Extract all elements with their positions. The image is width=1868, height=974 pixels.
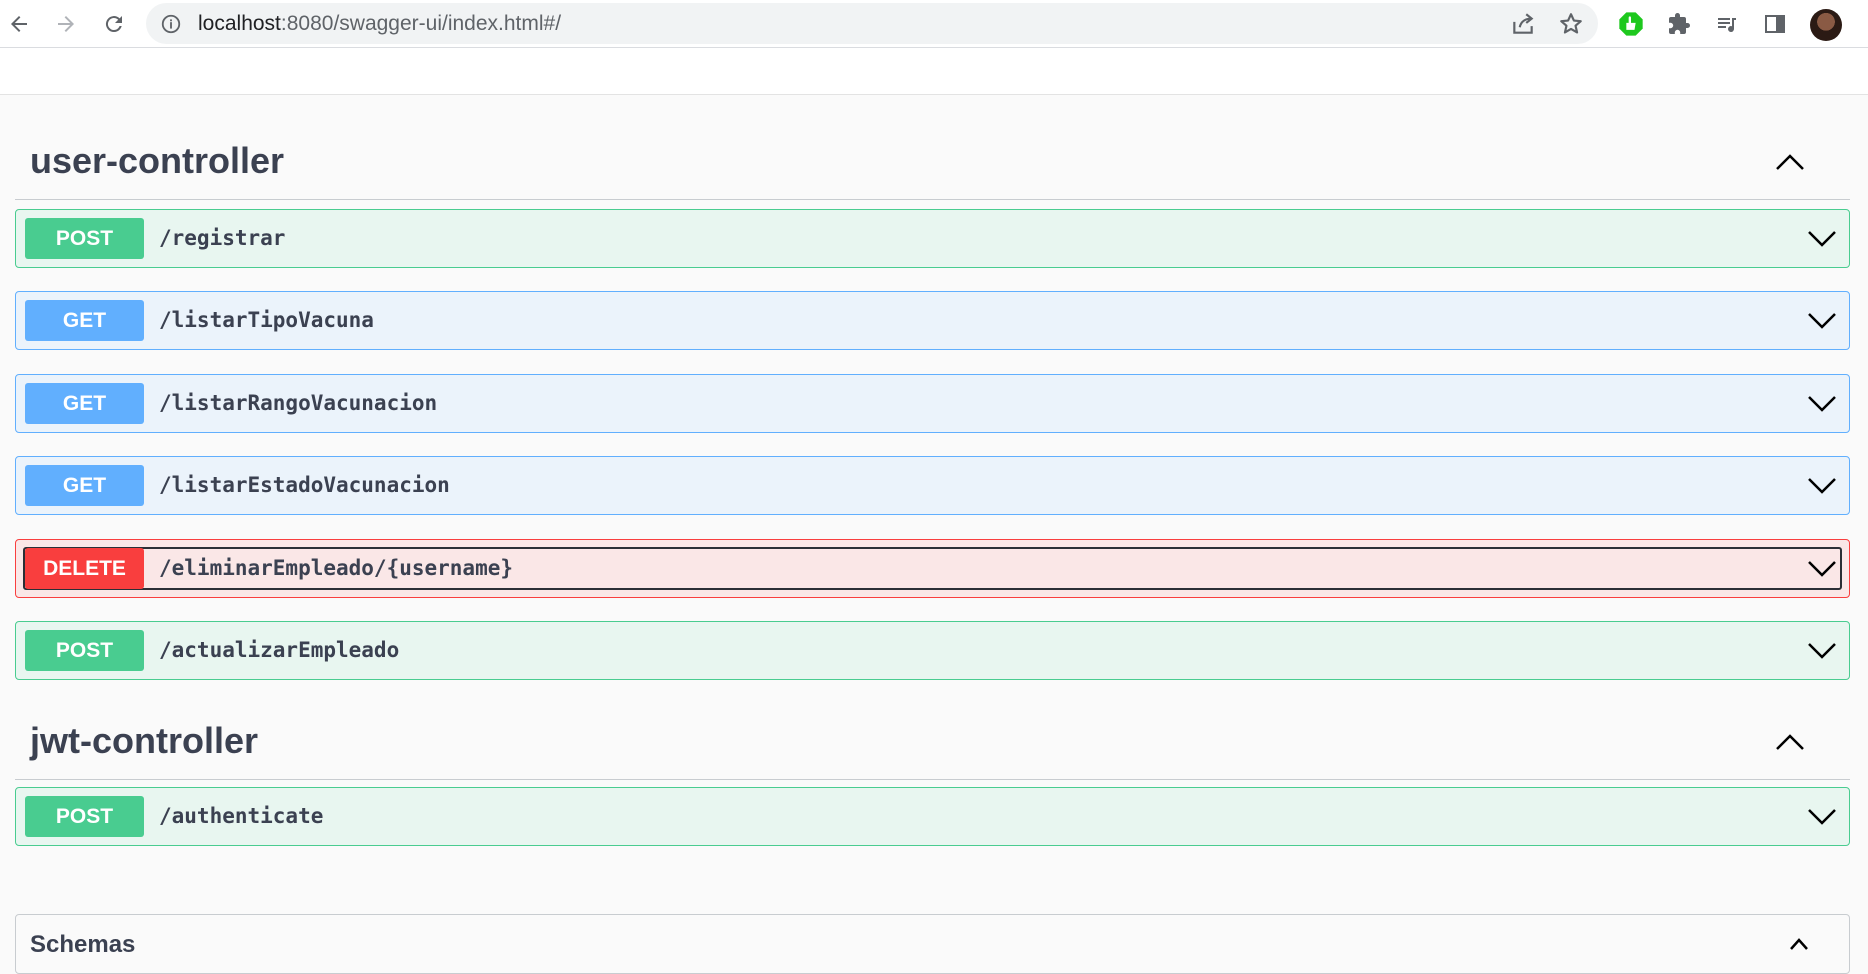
chevron-down-icon[interactable] [1807, 310, 1837, 330]
operation-delete-eliminarempleado[interactable]: DELETE /eliminarEmpleado/{username} [15, 539, 1850, 598]
chevron-up-icon[interactable] [1789, 937, 1809, 951]
back-arrow-icon[interactable] [5, 10, 33, 38]
url-text[interactable]: localhost:8080/swagger-ui/index.html#/ [198, 3, 561, 44]
chevron-down-icon[interactable] [1807, 475, 1837, 495]
operation-get-listartipovacuna[interactable]: GET /listarTipoVacuna [15, 291, 1850, 350]
browser-toolbar: localhost:8080/swagger-ui/index.html#/ [0, 0, 1868, 48]
operation-post-registrar[interactable]: POST /registrar [15, 209, 1850, 268]
schemas-section[interactable]: Schemas [15, 914, 1850, 974]
method-badge: POST [25, 630, 144, 671]
chevron-down-icon[interactable] [1807, 806, 1837, 826]
method-badge: GET [25, 300, 144, 341]
method-badge: GET [25, 383, 144, 424]
method-badge: POST [25, 218, 144, 259]
site-info-icon[interactable] [160, 13, 182, 35]
operation-path: /listarTipoVacuna [159, 308, 374, 332]
extensions-puzzle-icon[interactable] [1665, 10, 1693, 38]
method-badge: GET [25, 465, 144, 506]
side-panel-icon[interactable] [1761, 10, 1789, 38]
chevron-down-icon[interactable] [1807, 228, 1837, 248]
method-badge: POST [25, 796, 144, 837]
operation-path: /actualizarEmpleado [159, 638, 400, 662]
operation-path: /registrar [159, 226, 286, 250]
tag-title[interactable]: user-controller [30, 140, 284, 182]
swagger-top-band [0, 48, 1868, 95]
url-host: localhost [198, 12, 281, 35]
schemas-title[interactable]: Schemas [30, 931, 135, 959]
chevron-up-icon[interactable] [1774, 152, 1806, 172]
operation-path: /eliminarEmpleado/{username} [159, 556, 514, 580]
tag-user-controller[interactable]: user-controller [15, 128, 1850, 200]
operation-post-actualizarempleado[interactable]: POST /actualizarEmpleado [15, 621, 1850, 680]
chevron-down-icon[interactable] [1807, 558, 1837, 578]
profile-avatar[interactable] [1810, 9, 1842, 41]
media-queue-icon[interactable] [1713, 10, 1741, 38]
tag-jwt-controller[interactable]: jwt-controller [15, 708, 1850, 780]
operation-get-listarrangovacunacion[interactable]: GET /listarRangoVacunacion [15, 374, 1850, 433]
tag-title[interactable]: jwt-controller [30, 720, 258, 762]
chevron-down-icon[interactable] [1807, 640, 1837, 660]
url-path: :8080/swagger-ui/index.html#/ [280, 12, 562, 35]
method-badge: DELETE [25, 548, 144, 589]
chevron-down-icon[interactable] [1807, 393, 1837, 413]
extension-green-icon[interactable] [1617, 10, 1645, 38]
bookmark-star-icon[interactable] [1558, 11, 1584, 37]
operation-path: /authenticate [159, 804, 324, 828]
reload-icon[interactable] [100, 10, 128, 38]
share-icon[interactable] [1510, 11, 1536, 37]
address-bar[interactable]: localhost:8080/swagger-ui/index.html#/ [146, 3, 1598, 44]
operation-path: /listarEstadoVacunacion [159, 473, 450, 497]
forward-arrow-icon[interactable] [52, 10, 80, 38]
chevron-up-icon[interactable] [1774, 732, 1806, 752]
operation-post-authenticate[interactable]: POST /authenticate [15, 787, 1850, 846]
operation-path: /listarRangoVacunacion [159, 391, 438, 415]
operation-get-listarestadovacunacion[interactable]: GET /listarEstadoVacunacion [15, 456, 1850, 515]
